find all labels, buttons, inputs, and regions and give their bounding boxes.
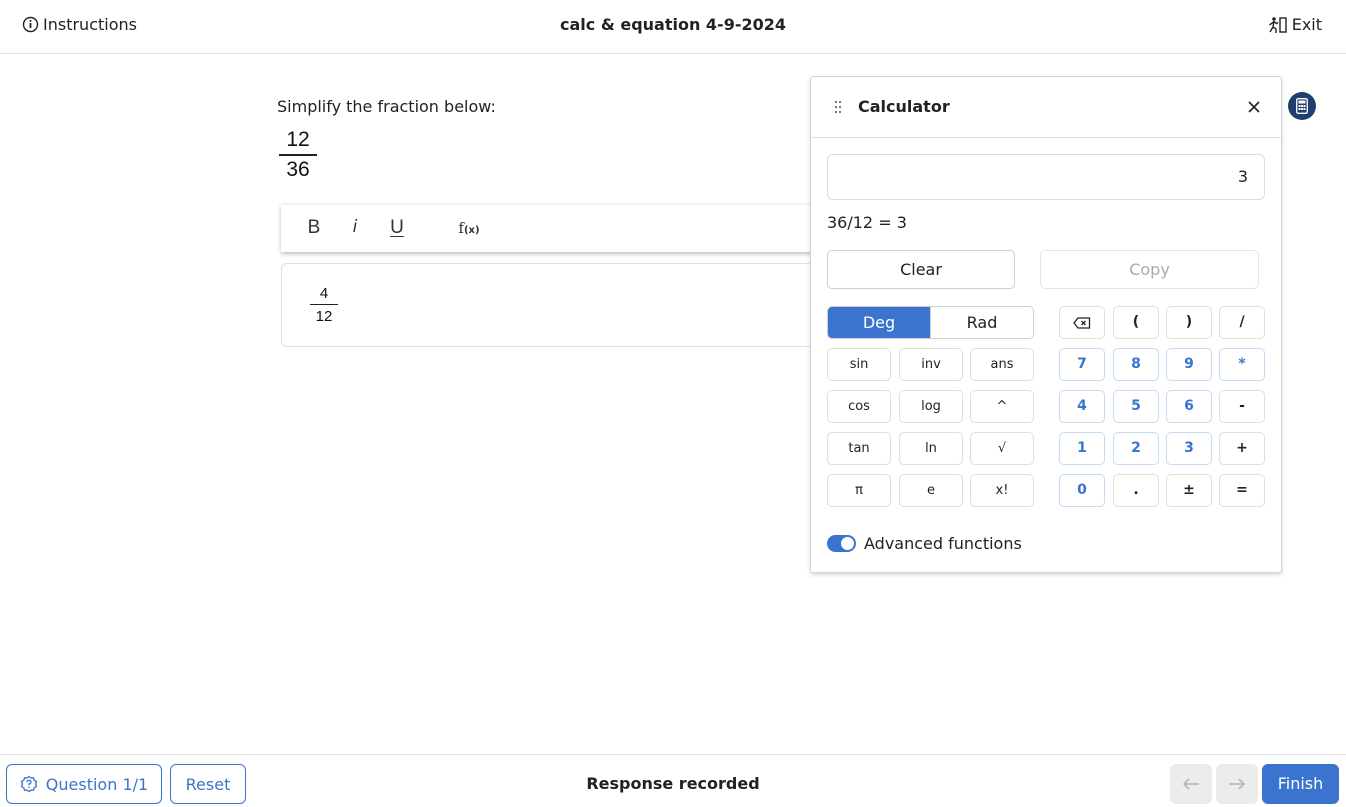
key-1[interactable]: 1	[1059, 432, 1105, 465]
key-cos[interactable]: cos	[827, 390, 891, 423]
key-9[interactable]: 9	[1166, 348, 1212, 381]
key-power[interactable]: ^	[970, 390, 1034, 423]
question-navigator-label: Question 1/1	[45, 774, 149, 794]
key-log[interactable]: log	[899, 390, 963, 423]
italic-button[interactable]: i	[349, 217, 361, 241]
key-5[interactable]: 5	[1113, 390, 1159, 423]
clear-button[interactable]: Clear	[827, 250, 1015, 289]
key-plus-minus[interactable]: ±	[1166, 474, 1212, 507]
formula-button[interactable]: f(x)	[457, 219, 481, 243]
answer-numerator: 4	[319, 285, 329, 302]
key-sin[interactable]: sin	[827, 348, 891, 381]
exit-door-icon	[1268, 16, 1288, 34]
key-ln[interactable]: ln	[899, 432, 963, 465]
key-7[interactable]: 7	[1059, 348, 1105, 381]
question-fraction: 12 36	[279, 128, 317, 182]
finish-button[interactable]: Finish	[1262, 764, 1339, 804]
footer-bar: Question 1/1 Reset Response recorded Fin…	[0, 754, 1346, 807]
answer-fraction-bar	[310, 304, 338, 305]
arrow-right-icon	[1228, 777, 1246, 791]
key-inv[interactable]: inv	[899, 348, 963, 381]
rad-button[interactable]: Rad	[930, 307, 1033, 338]
calculator-header: Calculator	[811, 77, 1281, 138]
key-equals[interactable]: =	[1219, 474, 1265, 507]
editor-toolbar: B i U f(x)	[281, 204, 841, 252]
key-subtract[interactable]: -	[1219, 390, 1265, 423]
key-e[interactable]: e	[899, 474, 963, 507]
previous-button[interactable]	[1170, 764, 1212, 804]
fraction-bar	[279, 154, 317, 156]
backspace-button[interactable]	[1059, 306, 1105, 339]
info-icon	[22, 16, 39, 33]
key-2[interactable]: 2	[1113, 432, 1159, 465]
calculator-title: Calculator	[858, 97, 950, 116]
exit-button[interactable]: Exit	[1268, 15, 1322, 34]
key-decimal[interactable]: .	[1113, 474, 1159, 507]
instructions-label: Instructions	[43, 15, 137, 34]
deg-button[interactable]: Deg	[828, 307, 930, 338]
instructions-button[interactable]: Instructions	[22, 15, 137, 34]
drag-handle-icon[interactable]	[834, 99, 842, 118]
key-close-paren[interactable]: )	[1166, 306, 1212, 339]
answer-denominator: 12	[315, 308, 333, 325]
backspace-icon	[1073, 307, 1091, 338]
copy-button[interactable]: Copy	[1040, 250, 1259, 289]
key-ans[interactable]: ans	[970, 348, 1034, 381]
question-navigator-button[interactable]: Question 1/1	[6, 764, 162, 804]
exit-label: Exit	[1291, 15, 1322, 34]
underline-button[interactable]: U	[388, 217, 406, 241]
key-factorial[interactable]: x!	[970, 474, 1034, 507]
calculator-icon	[1296, 98, 1308, 114]
calculator-display[interactable]: 3	[827, 154, 1265, 200]
reset-button[interactable]: Reset	[170, 764, 246, 804]
key-6[interactable]: 6	[1166, 390, 1212, 423]
key-add[interactable]: +	[1219, 432, 1265, 465]
key-open-paren[interactable]: (	[1113, 306, 1159, 339]
fraction-denominator: 36	[286, 158, 310, 181]
key-3[interactable]: 3	[1166, 432, 1212, 465]
answer-input[interactable]: 4 12	[281, 263, 841, 347]
key-multiply[interactable]: *	[1219, 348, 1265, 381]
next-button[interactable]	[1216, 764, 1258, 804]
key-4[interactable]: 4	[1059, 390, 1105, 423]
key-pi[interactable]: π	[827, 474, 891, 507]
answer-fraction: 4 12	[310, 285, 338, 325]
key-0[interactable]: 0	[1059, 474, 1105, 507]
key-divide[interactable]: /	[1219, 306, 1265, 339]
calculator-panel: Calculator 3 36/12 = 3 Clear Copy Deg Ra…	[810, 76, 1282, 573]
advanced-functions-label: Advanced functions	[864, 534, 1022, 553]
formula-icon-sub: (x)	[463, 225, 480, 236]
key-8[interactable]: 8	[1113, 348, 1159, 381]
advanced-functions-toggle[interactable]	[827, 535, 856, 552]
question-badge-icon	[20, 775, 38, 793]
key-tan[interactable]: tan	[827, 432, 891, 465]
calculator-history: 36/12 = 3	[827, 213, 907, 232]
header-bar: Instructions calc & equation 4-9-2024 Ex…	[0, 0, 1346, 54]
bold-button[interactable]: B	[306, 217, 322, 241]
arrow-left-icon	[1182, 777, 1200, 791]
calculator-toggle-button[interactable]	[1288, 92, 1316, 120]
fraction-numerator: 12	[286, 128, 310, 151]
advanced-functions-row: Advanced functions	[827, 534, 1022, 553]
toggle-knob	[841, 537, 854, 550]
question-prompt: Simplify the fraction below:	[277, 97, 496, 116]
close-icon[interactable]	[1245, 98, 1263, 116]
key-sqrt[interactable]: √	[970, 432, 1034, 465]
page-title: calc & equation 4-9-2024	[560, 15, 786, 34]
angle-mode-toggle: Deg Rad	[827, 306, 1034, 339]
